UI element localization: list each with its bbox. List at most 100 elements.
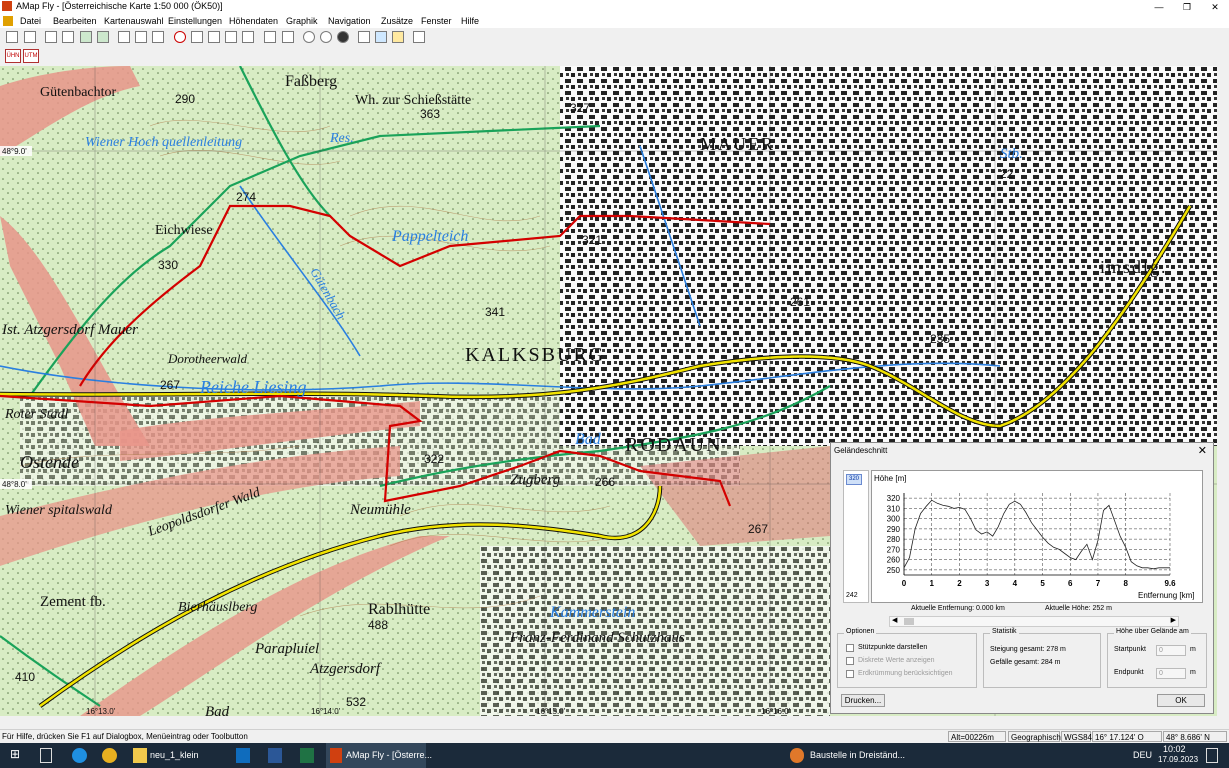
crosshair-icon[interactable]	[191, 31, 203, 43]
height-label: 261	[790, 295, 810, 309]
outlook-icon[interactable]	[236, 748, 250, 763]
checkbox-erdkruemmung[interactable]	[846, 670, 854, 678]
record-icon[interactable]	[337, 31, 349, 43]
waypoint-icon[interactable]	[208, 31, 220, 43]
menu-datei[interactable]: Datei	[20, 16, 41, 26]
dialog-title: Geländeschnitt	[834, 446, 888, 455]
height-above-ground-group: Höhe über Gelände am Startpunkt 0 m Endp…	[1107, 628, 1207, 688]
height-label: 488	[368, 618, 388, 632]
hhn-button[interactable]: ÜHN	[5, 49, 21, 63]
menu-zusaetze[interactable]: Zusätze	[381, 16, 413, 26]
route-edit-icon[interactable]	[225, 31, 237, 43]
y-tick-label: 260	[887, 556, 901, 565]
menu-kartenauswahl[interactable]: Kartenauswahl	[104, 16, 164, 26]
height-label: 410	[15, 670, 35, 684]
menu-navigation[interactable]: Navigation	[328, 16, 371, 26]
option-label: Erdkrümmung berücksichtigen	[858, 670, 953, 677]
map-label: Dorotheerwald	[167, 351, 247, 366]
print-icon[interactable]	[24, 31, 36, 43]
minimize-button[interactable]: —	[1145, 0, 1173, 14]
task-view-icon[interactable]	[40, 748, 52, 763]
taskbar-app-amap[interactable]: AMap Fly - [Österre...	[346, 750, 432, 760]
map-label: Neumühle	[349, 502, 411, 518]
profile-scrollbar[interactable]: ◀ ▶	[889, 616, 1179, 627]
map-label: Ist. Atzgersdorf Mauer	[1, 322, 138, 338]
menu-einstellungen[interactable]: Einstellungen	[168, 16, 222, 26]
folder-icon[interactable]	[133, 748, 147, 763]
y-tick-label: 290	[887, 525, 901, 534]
clock-date[interactable]: 17.09.2023	[1158, 755, 1198, 764]
navigation-icon[interactable]	[375, 31, 387, 43]
print-button[interactable]: Drucken...	[841, 694, 885, 707]
ok-button[interactable]: OK	[1157, 694, 1205, 707]
utm-button[interactable]: UTM	[23, 49, 39, 63]
start-point-label: Startpunkt	[1114, 646, 1146, 653]
zoom-in-icon[interactable]	[118, 31, 130, 43]
end-point-input[interactable]: 0	[1156, 668, 1186, 679]
taskbar-app-folder[interactable]: neu_1_klein	[150, 750, 199, 760]
scale-bottom-value: 242	[846, 592, 858, 599]
document-icon[interactable]	[3, 16, 13, 26]
lon-label: 16°15.0'	[536, 707, 566, 716]
start-point-input[interactable]: 0	[1156, 645, 1186, 656]
menu-graphik[interactable]: Graphik	[286, 16, 318, 26]
zoom-all-icon[interactable]	[97, 31, 109, 43]
window-title: AMap Fly - [Österreichische Karte 1:50 0…	[16, 1, 223, 11]
clock-time[interactable]: 10:02	[1163, 744, 1186, 754]
option-label: Stützpunkte darstellen	[858, 644, 928, 651]
contrast-icon[interactable]	[320, 31, 332, 43]
language-indicator[interactable]: DEU	[1133, 750, 1152, 760]
zoom-fit-icon[interactable]	[80, 31, 92, 43]
map-label: Bad	[575, 431, 602, 448]
profile-icon[interactable]	[282, 31, 294, 43]
windows-start-icon[interactable]: ⊞	[10, 747, 24, 762]
profile-readouts: Aktuelle Entfernung: 0.000 km Aktuelle H…	[871, 605, 1203, 615]
open-map-icon[interactable]	[45, 31, 57, 43]
zoom-out-icon[interactable]	[152, 31, 164, 43]
taskbar-notification[interactable]: Baustelle in Dreiständ...	[810, 750, 905, 760]
copy-map-icon[interactable]	[62, 31, 74, 43]
checkbox-stuetzpunkte[interactable]	[846, 644, 854, 652]
dialog-close-icon[interactable]: ✕	[1198, 444, 1207, 457]
elevation-profile-svg: Höhe [m] Entfernung [km] 320310300290280…	[874, 474, 1194, 600]
edge-icon[interactable]	[72, 748, 87, 763]
map-horizontal-scrollbar[interactable]	[0, 716, 1217, 729]
chrome-icon[interactable]	[102, 748, 117, 763]
circle-tool-icon[interactable]	[174, 31, 186, 43]
word-icon[interactable]	[268, 748, 282, 763]
menu-bearbeiten[interactable]: Bearbeiten	[53, 16, 97, 26]
map-label: imsdlg.	[1100, 257, 1168, 277]
lon-label: 16°13.0'	[86, 707, 116, 716]
menu-hoehendaten[interactable]: Höhendaten	[229, 16, 278, 26]
map-label: RODAUN	[625, 434, 723, 456]
measure-icon[interactable]	[264, 31, 276, 43]
scale-top-value[interactable]: 320	[846, 474, 862, 485]
y-tick-label: 280	[887, 535, 901, 544]
map-label: MAUER	[700, 134, 775, 154]
settings-icon[interactable]	[392, 31, 404, 43]
current-distance: Aktuelle Entfernung: 0.000 km	[911, 605, 1005, 612]
menu-hilfe[interactable]: Hilfe	[461, 16, 479, 26]
help-icon[interactable]	[413, 31, 425, 43]
map-label: Zement fb.	[40, 594, 106, 610]
statistics-group: Statistik Steigung gesamt: 278 m Gefälle…	[983, 628, 1101, 688]
gps-icon[interactable]	[358, 31, 370, 43]
total-ascent: Steigung gesamt: 278 m	[990, 646, 1066, 653]
notification-center-icon[interactable]	[1206, 748, 1218, 763]
track-edit-icon[interactable]	[242, 31, 254, 43]
y-axis-label: Höhe [m]	[874, 474, 906, 483]
x-tick-label: 5	[1040, 579, 1045, 588]
new-file-icon[interactable]	[6, 31, 18, 43]
close-button[interactable]: ✕	[1201, 0, 1229, 14]
menu-fenster[interactable]: Fenster	[421, 16, 452, 26]
window-controls: — ❐ ✕	[1145, 0, 1229, 14]
excel-icon[interactable]	[300, 748, 314, 763]
brightness-icon[interactable]	[303, 31, 315, 43]
height-label: 290	[175, 92, 195, 106]
zoom-area-icon[interactable]	[135, 31, 147, 43]
map-vertical-scrollbar[interactable]	[1217, 66, 1229, 716]
checkbox-diskrete-werte[interactable]	[846, 657, 854, 665]
maximize-button[interactable]: ❐	[1173, 0, 1201, 14]
elevation-profile-chart[interactable]: Höhe [m] Entfernung [km] 320 310 300 290 280…	[871, 470, 1203, 603]
map-label: Faßberg	[285, 73, 337, 90]
